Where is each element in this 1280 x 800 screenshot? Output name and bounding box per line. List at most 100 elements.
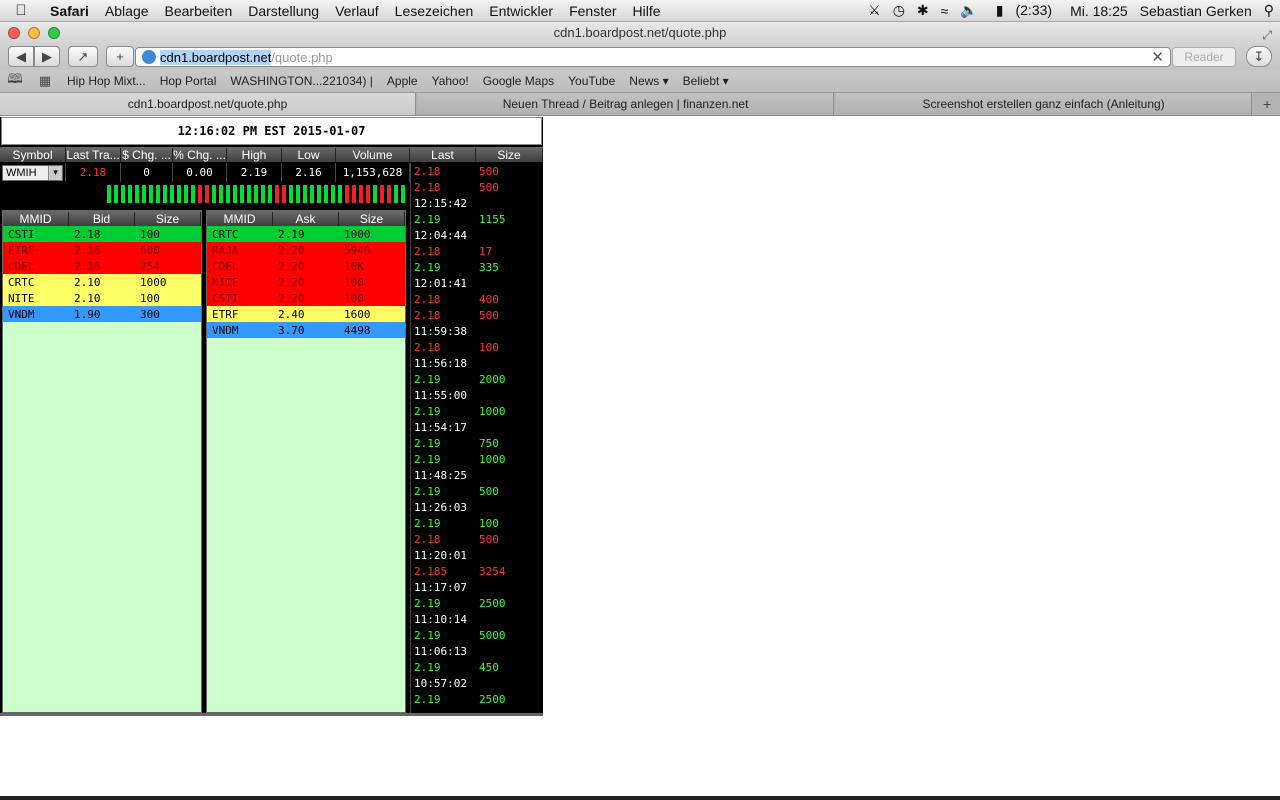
bookmark-washington[interactable]: WASHINGTON...221034) | (223, 74, 380, 88)
col-low: Low (282, 147, 336, 162)
apple-menu-icon[interactable]:  (0, 2, 42, 19)
size: 1000 (140, 275, 167, 289)
trade-row: 2.18 500 (411, 179, 543, 195)
back-button[interactable]: ◀ (8, 46, 34, 67)
bookmark-hiphop-mixt[interactable]: Hip Hop Mixt... (60, 74, 153, 88)
wifi-icon[interactable]: ≈ (935, 3, 955, 19)
trade-price: 2.19 (414, 372, 441, 386)
price: 2.19 (278, 227, 305, 241)
trade-size: 3254 (479, 564, 506, 578)
col-volume: Volume (336, 147, 410, 162)
antivirus-icon[interactable]: ⚔ (862, 2, 887, 19)
menu-clock[interactable]: Mi. 18:25 (1064, 3, 1134, 19)
menu-ablage[interactable]: Ablage (97, 3, 157, 19)
trade-size: 100 (479, 516, 499, 530)
bid-col-size: Size (135, 211, 201, 226)
trade-row: 2.19 335 (411, 259, 543, 275)
trade-row: 2.19 2500 (411, 595, 543, 611)
menu-darstellung[interactable]: Darstellung (240, 3, 327, 19)
symbol-select[interactable]: WMIH ▼ (2, 164, 63, 181)
tab-quote[interactable]: cdn1.boardpost.net/quote.php (0, 93, 417, 115)
trade-price: 2.18 (414, 340, 441, 354)
url-host: cdn1.boardpost.net (160, 49, 272, 65)
trade-row: 2.19 100 (411, 515, 543, 531)
trade-time: 11:54:17 (414, 420, 467, 434)
tick-green (162, 184, 168, 204)
market-maker-id: CDEL (8, 259, 35, 273)
volume-icon[interactable]: 🔈 (954, 2, 983, 19)
tab-bar: cdn1.boardpost.net/quote.php Neuen Threa… (0, 92, 1280, 116)
reading-list-icon[interactable]: 🕮 (0, 70, 30, 92)
trade-price: 2.19 (414, 436, 441, 450)
pct-change-value: 0.00 (173, 163, 227, 182)
level2-quote-widget: 12:16:02 PM EST 2015-01-07 Symbol Last T… (0, 117, 543, 716)
menu-verlauf[interactable]: Verlauf (327, 3, 387, 19)
tick-green (239, 184, 245, 204)
bookmark-yahoo[interactable]: Yahoo! (425, 74, 476, 88)
minimize-window-button[interactable] (28, 27, 40, 39)
add-bookmark-button[interactable]: + (106, 46, 134, 67)
share-button[interactable]: ↗ (68, 46, 98, 67)
menu-app-name[interactable]: Safari (42, 3, 97, 19)
top-sites-grid-icon[interactable]: ▦ (30, 73, 60, 89)
close-window-button[interactable] (8, 27, 20, 39)
last-trade-value: 2.18 (66, 163, 121, 182)
menu-bearbeiten[interactable]: Bearbeiten (157, 3, 241, 19)
trade-size: 1000 (479, 452, 506, 466)
bookmark-hop-portal[interactable]: Hop Portal (153, 74, 224, 88)
trade-price: 2.19 (414, 516, 441, 530)
menu-fenster[interactable]: Fenster (561, 3, 624, 19)
trade-row: 2.19 450 (411, 659, 543, 675)
clear-url-icon[interactable]: ✕ (1151, 48, 1164, 66)
battery-status[interactable]: ▮ (2:33) (984, 2, 1064, 19)
menu-user[interactable]: Sebastian Gerken (1134, 3, 1258, 19)
battery-icon: ▮ (995, 2, 1004, 18)
bookmark-google-maps[interactable]: Google Maps (476, 74, 561, 88)
book-row: RAJA 2.20 5940 (207, 242, 405, 258)
forward-button[interactable]: ▶ (34, 46, 60, 67)
tick-red (365, 184, 371, 204)
trade-row: 2.18 500 (411, 531, 543, 547)
tab-finanzen[interactable]: Neuen Thread / Beitrag anlegen | finanze… (418, 93, 835, 115)
downloads-button[interactable]: ↧ (1246, 46, 1272, 67)
spotlight-search-icon[interactable]: ⚲ (1258, 2, 1280, 19)
book-row: CRTC 2.10 1000 (3, 274, 201, 290)
download-icon: ↧ (1253, 48, 1265, 64)
ts-col-last: Last (410, 147, 476, 162)
tick-red (281, 184, 287, 204)
time-machine-icon[interactable]: ◷ (887, 2, 911, 19)
dollar-change-value: 0 (121, 163, 173, 182)
trade-price: 2.18 (414, 180, 441, 194)
market-maker-id: NITE (8, 291, 35, 305)
size: 100 (140, 291, 160, 305)
ask-col-price: Ask (273, 211, 339, 226)
bookmark-news-folder[interactable]: News ▾ (622, 74, 675, 88)
trade-size: 5000 (479, 628, 506, 642)
tab-screenshot[interactable]: Screenshot erstellen ganz einfach (Anlei… (836, 93, 1253, 115)
size: 100 (344, 291, 364, 305)
time-sales-list[interactable]: 2.18 500 2.18 500 12:15:42 2.19 1155 12:04:44 2.… (410, 163, 543, 713)
col-last-trade: Last Tra... (66, 147, 121, 162)
zoom-window-button[interactable] (48, 27, 60, 39)
bookmark-youtube[interactable]: YouTube (561, 74, 622, 88)
address-bar[interactable]: cdn1.boardpost.net/quote.php ✕ (135, 47, 1171, 67)
menu-hilfe[interactable]: Hilfe (625, 3, 669, 19)
market-maker-id: ETRF (212, 307, 239, 321)
size: 1600 (344, 307, 371, 321)
bookmark-apple[interactable]: Apple (380, 74, 425, 88)
market-maker-id: CSTI (212, 291, 239, 305)
fullscreen-icon[interactable]: ⤢ (1262, 24, 1272, 46)
menu-entwickler[interactable]: Entwickler (481, 3, 561, 19)
trade-row: 2.18 500 (411, 163, 543, 179)
battery-time: (2:33) (1015, 2, 1053, 18)
reader-button[interactable]: Reader (1172, 47, 1236, 67)
bluetooth-icon[interactable]: ✱ (911, 2, 935, 19)
tick-green (155, 184, 161, 204)
window-bottom-edge (0, 796, 1280, 800)
tick-indicator-bar (106, 184, 410, 204)
menu-lesezeichen[interactable]: Lesezeichen (387, 3, 482, 19)
bookmark-beliebt-folder[interactable]: Beliebt ▾ (676, 74, 736, 88)
tick-red (344, 184, 350, 204)
trade-price: 2.19 (414, 660, 441, 674)
new-tab-button[interactable]: + (1254, 93, 1280, 115)
